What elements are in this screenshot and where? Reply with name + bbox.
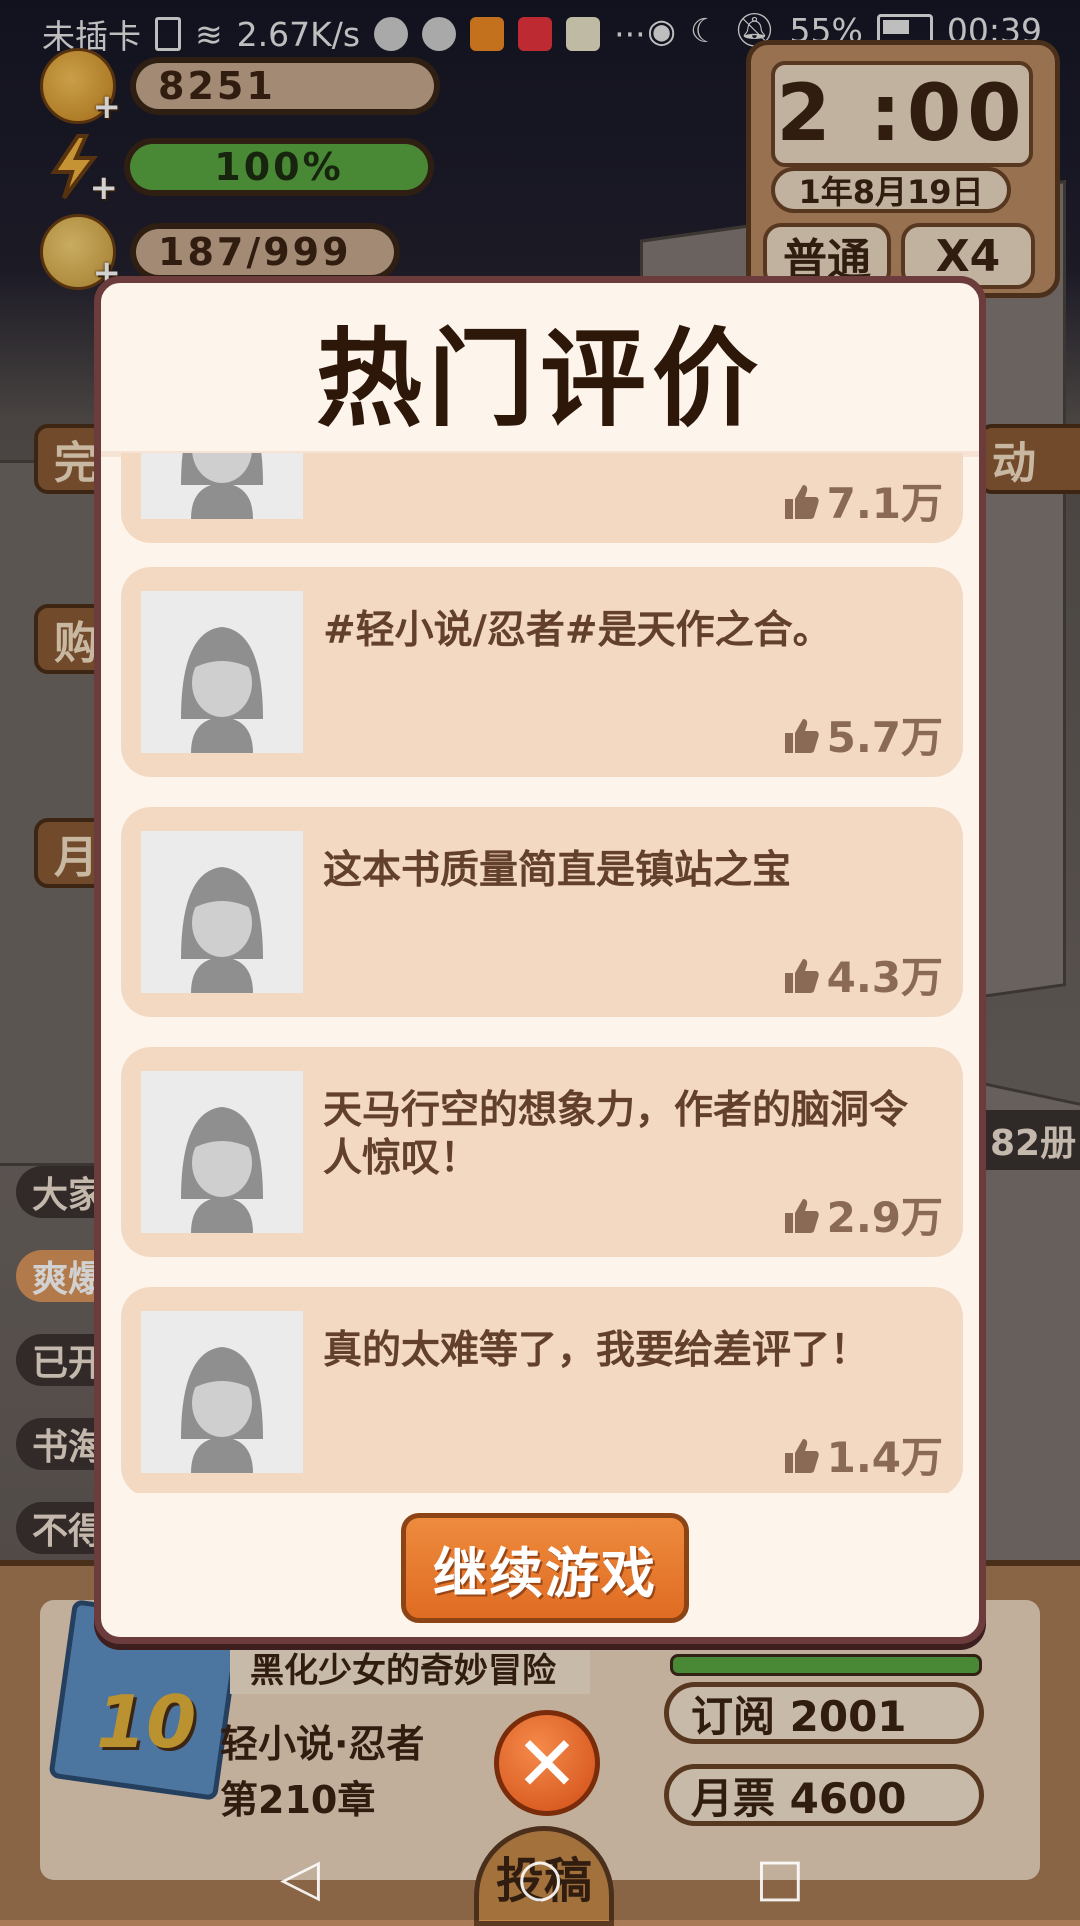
review-list[interactable]: 7.1万 #轻小说/忍者#是天作之合。 5.7万 这本书质量简直是镇站之宝 4.…	[121, 453, 963, 1493]
continue-game-button[interactable]: 继续游戏	[401, 1513, 689, 1623]
review-text: 真的太难等了，我要给差评了！	[323, 1328, 870, 1373]
review-text: 天马行空的想象力，作者的脑洞令人惊叹！	[323, 1088, 909, 1181]
close-icon[interactable]: ✕	[494, 1710, 600, 1816]
thumbs-up-icon	[784, 1438, 819, 1473]
like-count[interactable]: 1.4万	[781, 1424, 943, 1485]
review-card: 这本书质量简直是镇站之宝 4.3万	[121, 807, 963, 1017]
review-card: 真的太难等了，我要给差评了！ 1.4万	[121, 1287, 963, 1493]
like-count[interactable]: 2.9万	[781, 1184, 943, 1245]
thumbs-up-icon	[784, 484, 819, 519]
like-count[interactable]: 7.1万	[781, 470, 943, 531]
review-card: 天马行空的想象力，作者的脑洞令人惊叹！ 2.9万	[121, 1047, 963, 1257]
avatar	[141, 591, 303, 753]
review-card: #轻小说/忍者#是天作之合。 5.7万	[121, 567, 963, 777]
thumbs-up-icon	[784, 718, 819, 753]
review-text: 这本书质量简直是镇站之宝	[323, 848, 792, 893]
dialog-title: 热门评价	[316, 318, 764, 441]
back-icon[interactable]: ◁	[267, 1845, 333, 1911]
avatar	[141, 1071, 303, 1233]
like-count[interactable]: 5.7万	[781, 704, 943, 765]
review-text: #轻小说/忍者#是天作之合。	[323, 608, 832, 653]
avatar	[141, 453, 303, 519]
avatar	[141, 1311, 303, 1473]
review-card: 7.1万	[121, 453, 963, 543]
home-icon[interactable]: ○	[507, 1845, 573, 1911]
recent-apps-icon[interactable]: □	[747, 1845, 813, 1911]
thumbs-up-icon	[784, 1198, 819, 1233]
avatar	[141, 831, 303, 993]
hot-reviews-dialog: 热门评价 7.1万 #轻小说/忍者#是天作之合。 5.7万 这本书质量简直是镇站…	[94, 276, 986, 1644]
like-count[interactable]: 4.3万	[781, 944, 943, 1005]
thumbs-up-icon	[784, 958, 819, 993]
system-nav-bar: ◁ ○ □	[0, 1836, 1080, 1920]
